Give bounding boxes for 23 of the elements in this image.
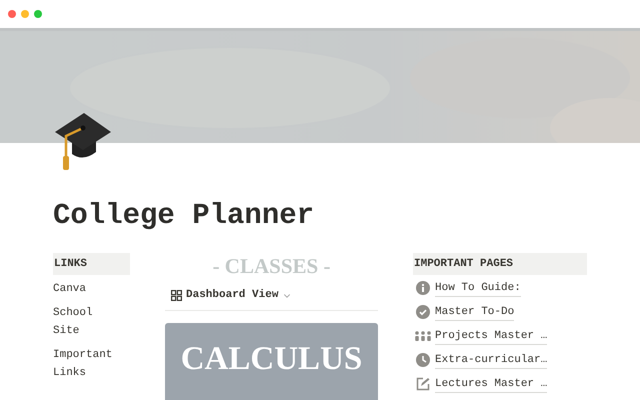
- check-circle-icon: [416, 305, 430, 319]
- section-heading: LINKS: [53, 253, 130, 275]
- clock-icon: [416, 353, 430, 367]
- page-title: College Planner: [53, 198, 316, 234]
- grid-icon: [171, 290, 182, 301]
- info-icon: [416, 281, 430, 295]
- page-link[interactable]: Projects Master …: [413, 327, 587, 345]
- section-heading: IMPORTANT PAGES: [413, 253, 587, 275]
- page-link[interactable]: Master To-Do: [413, 303, 587, 321]
- page-link[interactable]: Extra-curricular…: [413, 351, 587, 369]
- edit-icon: [416, 377, 430, 391]
- page-link[interactable]: Lectures Master …: [413, 375, 587, 393]
- view-selector[interactable]: Dashboard View: [171, 287, 292, 304]
- people-icon: [415, 330, 431, 342]
- link[interactable]: School Site: [53, 304, 123, 340]
- page-link[interactable]: How To Guide:: [413, 279, 587, 297]
- window-control[interactable]: [8, 10, 16, 18]
- link[interactable]: Canva: [53, 280, 123, 298]
- graduation-cap-icon: [54, 112, 112, 170]
- section-heading: - CLASSES -: [212, 254, 332, 278]
- window-control[interactable]: [21, 10, 29, 18]
- window-control[interactable]: [34, 10, 42, 18]
- link[interactable]: Important Links: [53, 346, 123, 382]
